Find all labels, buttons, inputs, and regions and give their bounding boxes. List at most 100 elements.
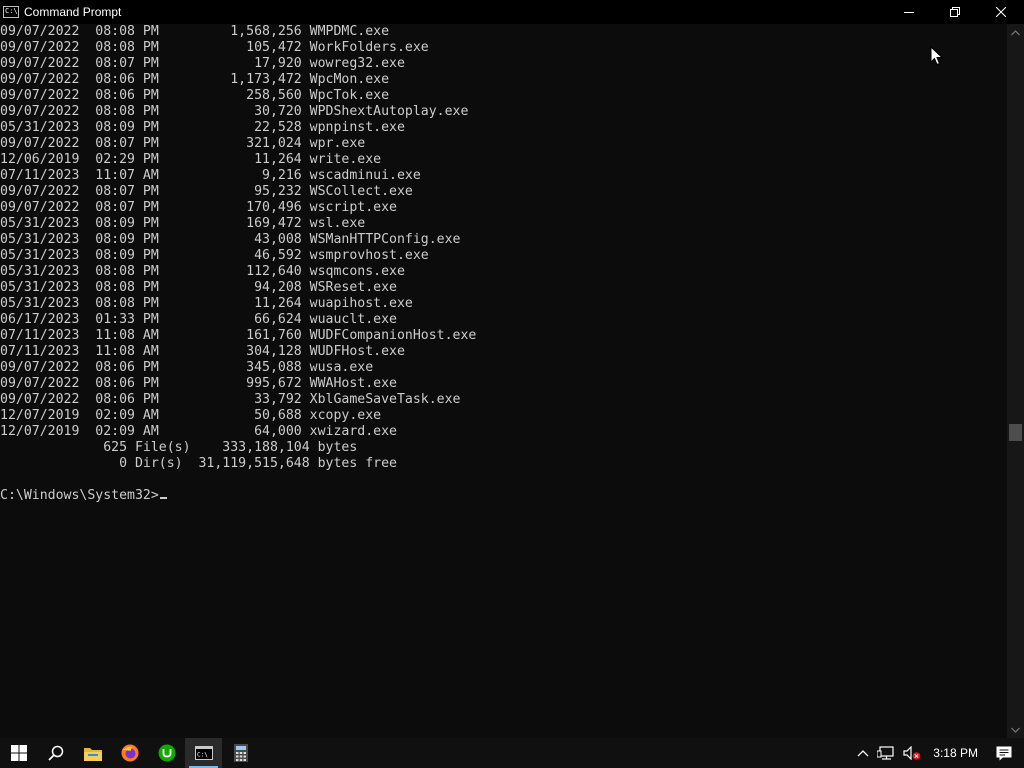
console-line-text: 07/11/2023 11:08 AM 304,128 WUDFHost.exe — [0, 344, 405, 359]
command-prompt-taskbar-button[interactable]: C:\ — [185, 738, 222, 768]
console-line-text: C:\Windows\System32> — [0, 488, 159, 503]
file-explorer-icon — [83, 747, 102, 761]
console-line-text: 05/31/2023 08:09 PM 43,008 WSManHTTPConf… — [0, 232, 461, 247]
console-line: 12/06/2019 02:29 PM 11,264 write.exe — [0, 152, 1006, 168]
console-line: 05/31/2023 08:09 PM 46,592 wsmprovhost.e… — [0, 248, 1006, 264]
close-button[interactable] — [978, 0, 1024, 24]
search-icon — [47, 745, 63, 761]
console-line-text: 05/31/2023 08:09 PM 46,592 wsmprovhost.e… — [0, 248, 429, 263]
console-line: 09/07/2022 08:06 PM 1,173,472 WpcMon.exe — [0, 72, 1006, 88]
calculator-icon — [233, 744, 248, 762]
chevron-up-icon — [857, 750, 869, 757]
scroll-thumb[interactable] — [1009, 424, 1022, 441]
command-prompt-app-icon: C:\ — [3, 6, 19, 18]
console-line: 09/07/2022 08:07 PM 321,024 wpr.exe — [0, 136, 1006, 152]
restore-button[interactable] — [932, 0, 978, 24]
vertical-scrollbar[interactable] — [1007, 24, 1024, 738]
console-line-text: 06/17/2023 01:33 PM 66,624 wuauclt.exe — [0, 312, 397, 327]
console-line-text: 05/31/2023 08:09 PM 22,528 wpnpinst.exe — [0, 120, 405, 135]
console-line-text: 09/07/2022 08:07 PM 321,024 wpr.exe — [0, 136, 366, 151]
console-line: 05/31/2023 08:09 PM 22,528 wpnpinst.exe — [0, 120, 1006, 136]
calculator-button[interactable] — [222, 738, 259, 768]
action-center-button[interactable] — [990, 738, 1024, 768]
minimize-button[interactable] — [886, 0, 932, 24]
console-line: 09/07/2022 08:06 PM 995,672 WWAHost.exe — [0, 376, 1006, 392]
scroll-up-icon — [1011, 29, 1020, 35]
console-line-text: 05/31/2023 08:09 PM 169,472 wsl.exe — [0, 216, 366, 231]
console-line-text: 05/31/2023 08:08 PM 112,640 wsqmcons.exe — [0, 264, 405, 279]
console-line: 05/31/2023 08:08 PM 112,640 wsqmcons.exe — [0, 264, 1006, 280]
console-line-text: 05/31/2023 08:08 PM 94,208 WSReset.exe — [0, 280, 397, 295]
network-icon — [877, 746, 894, 760]
console-line: 09/07/2022 08:06 PM 258,560 WpcTok.exe — [0, 88, 1006, 104]
upwork-icon — [158, 744, 175, 762]
console-line: 09/07/2022 08:08 PM 105,472 WorkFolders.… — [0, 40, 1006, 56]
console-line-text: 07/11/2023 11:07 AM 9,216 wscadminui.exe — [0, 168, 421, 183]
console-line: 12/07/2019 02:09 AM 64,000 xwizard.exe — [0, 424, 1006, 440]
console-line: 0 Dir(s) 31,119,515,648 bytes free — [0, 456, 1006, 472]
mouse-pointer-icon — [930, 46, 944, 66]
console-line: 09/07/2022 08:07 PM 170,496 wscript.exe — [0, 200, 1006, 216]
scroll-up-button[interactable] — [1007, 24, 1024, 41]
console-line: 05/31/2023 08:09 PM 169,472 wsl.exe — [0, 216, 1006, 232]
console-line: 09/07/2022 08:07 PM 95,232 WSCollect.exe — [0, 184, 1006, 200]
console-line-text: 09/07/2022 08:07 PM 170,496 wscript.exe — [0, 200, 397, 215]
console-line-text: 09/07/2022 08:08 PM 105,472 WorkFolders.… — [0, 40, 429, 55]
console-line: 05/31/2023 08:08 PM 94,208 WSReset.exe — [0, 280, 1006, 296]
firefox-button[interactable] — [111, 738, 148, 768]
console-line-text: 05/31/2023 08:08 PM 11,264 wuapihost.exe — [0, 296, 413, 311]
volume-button[interactable] — [899, 738, 925, 768]
scroll-down-button[interactable] — [1007, 721, 1024, 738]
console-line: 09/07/2022 08:08 PM 1,568,256 WMPDMC.exe — [0, 24, 1006, 40]
console-line: 09/07/2022 08:06 PM 33,792 XblGameSaveTa… — [0, 392, 1006, 408]
title-bar[interactable]: C:\ Command Prompt — [0, 0, 1024, 24]
file-explorer-button[interactable] — [74, 738, 111, 768]
text-cursor — [159, 497, 167, 499]
console-line-text: 12/07/2019 02:09 AM 64,000 xwizard.exe — [0, 424, 397, 439]
console-line: 06/17/2023 01:33 PM 66,624 wuauclt.exe — [0, 312, 1006, 328]
command-prompt-window: C:\ Command Prompt 09/07/2022 08:08 PM 1… — [0, 0, 1024, 738]
start-icon — [10, 745, 27, 761]
console-line: 05/31/2023 08:08 PM 11,264 wuapihost.exe — [0, 296, 1006, 312]
console-line-text: 09/07/2022 08:08 PM 1,568,256 WMPDMC.exe — [0, 24, 390, 39]
command-prompt-icon: C:\ — [194, 746, 213, 760]
console-line: 12/07/2019 02:09 AM 50,688 xcopy.exe — [0, 408, 1006, 424]
show-hidden-icons-button[interactable] — [853, 738, 873, 768]
start-button[interactable] — [0, 738, 37, 768]
console-line-text: 09/07/2022 08:06 PM 33,792 XblGameSaveTa… — [0, 392, 461, 407]
network-button[interactable] — [873, 738, 899, 768]
console-line-text: 09/07/2022 08:07 PM 95,232 WSCollect.exe — [0, 184, 413, 199]
console-line-text: 09/07/2022 08:06 PM 1,173,472 WpcMon.exe — [0, 72, 390, 87]
console-line: 09/07/2022 08:08 PM 30,720 WPDShextAutop… — [0, 104, 1006, 120]
console-line-text: 625 File(s) 333,188,104 bytes — [0, 440, 358, 455]
console-line: 09/07/2022 08:07 PM 17,920 wowreg32.exe — [0, 56, 1006, 72]
action-center-icon — [996, 746, 1012, 760]
console-line-text: 09/07/2022 08:06 PM 258,560 WpcTok.exe — [0, 88, 390, 103]
console-line-text: 0 Dir(s) 31,119,515,648 bytes free — [0, 456, 397, 471]
console-line: 05/31/2023 08:09 PM 43,008 WSManHTTPConf… — [0, 232, 1006, 248]
command-prompt-line: C:\Windows\System32> — [0, 488, 1006, 504]
console-line: 07/11/2023 11:07 AM 9,216 wscadminui.exe — [0, 168, 1006, 184]
firefox-icon — [121, 744, 138, 762]
scroll-down-icon — [1011, 727, 1020, 733]
close-icon — [996, 7, 1006, 17]
console-line-text: 09/07/2022 08:07 PM 17,920 wowreg32.exe — [0, 56, 405, 71]
console-line-text: 12/06/2019 02:29 PM 11,264 write.exe — [0, 152, 382, 167]
console-line-text: 09/07/2022 08:08 PM 30,720 WPDShextAutop… — [0, 104, 469, 119]
console-line-text: 12/07/2019 02:09 AM 50,688 xcopy.exe — [0, 408, 382, 423]
search-button[interactable] — [37, 738, 74, 768]
console-line-text: 07/11/2023 11:08 AM 161,760 WUDFCompanio… — [0, 328, 477, 343]
console-line: 07/11/2023 11:08 AM 304,128 WUDFHost.exe — [0, 344, 1006, 360]
upwork-button[interactable] — [148, 738, 185, 768]
console-line: 625 File(s) 333,188,104 bytes — [0, 440, 1006, 456]
taskbar-clock[interactable]: 3:18 PM — [925, 746, 990, 760]
taskbar: C:\ 3:18 PM — [0, 738, 1024, 768]
window-title: Command Prompt — [24, 5, 122, 19]
svg-text:C:\: C:\ — [197, 752, 208, 759]
volume-muted-icon — [903, 746, 921, 760]
console-line-text: 09/07/2022 08:06 PM 995,672 WWAHost.exe — [0, 376, 397, 391]
console-output[interactable]: 09/07/2022 08:08 PM 1,568,256 WMPDMC.exe… — [0, 24, 1006, 738]
system-tray: 3:18 PM — [853, 738, 1024, 768]
console-line-text: 09/07/2022 08:06 PM 345,088 wusa.exe — [0, 360, 374, 375]
